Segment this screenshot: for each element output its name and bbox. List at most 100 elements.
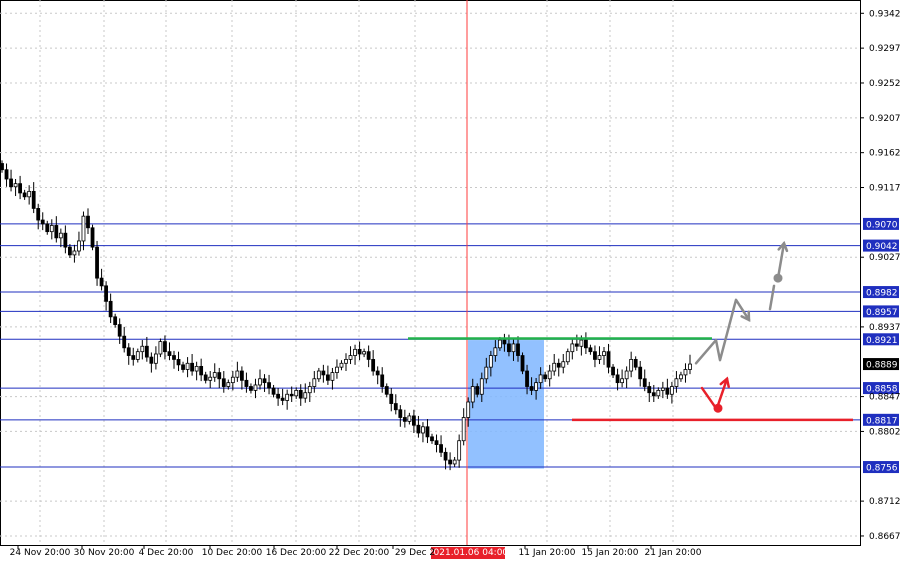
candle-body — [411, 415, 416, 426]
x-tick-label: 29 Dec 2 — [395, 548, 435, 558]
candle-body — [561, 361, 566, 368]
candle-body — [45, 223, 50, 233]
candle-body — [303, 392, 308, 399]
candle-body — [393, 403, 398, 411]
candle-body — [629, 359, 634, 372]
candle-body — [271, 387, 276, 395]
candle-body — [344, 359, 348, 364]
price-chart: 0.90700.90420.89820.89570.89210.88580.88… — [0, 0, 900, 559]
y-tick-label: 0.8937 — [869, 323, 900, 333]
x-tick-label: 21 Jan 20:00 — [645, 548, 702, 558]
candle-body — [407, 415, 412, 422]
candle-body — [49, 225, 54, 233]
candle-body — [221, 378, 226, 387]
candle-body — [90, 227, 95, 248]
candle-body — [362, 351, 367, 355]
candle-body — [108, 300, 113, 318]
candle-body — [40, 219, 45, 225]
candle-body — [688, 363, 692, 370]
candle-body — [95, 246, 99, 279]
x-tick-label: 11 Jan 20:00 — [519, 548, 576, 558]
candle-body — [81, 215, 86, 242]
candle-body — [31, 190, 36, 209]
candle-body — [660, 387, 665, 391]
candle-body — [452, 459, 457, 465]
candle-body — [348, 355, 353, 360]
level-label: 0.8817 — [866, 416, 898, 426]
candle-body — [258, 378, 262, 386]
candle-body — [249, 386, 253, 391]
candle-body — [651, 392, 656, 397]
candle-body — [457, 440, 462, 461]
candle-body — [606, 351, 611, 368]
candle-body — [570, 343, 575, 353]
candle-body — [448, 459, 453, 465]
candle-body — [135, 351, 140, 360]
level-label: 0.8921 — [866, 336, 898, 346]
candle-body — [511, 343, 516, 353]
candle-body — [534, 382, 539, 391]
y-tick-label: 0.9297 — [869, 44, 900, 54]
candle-body — [538, 374, 543, 384]
candle-body — [461, 417, 466, 442]
candle-body — [674, 378, 679, 387]
y-tick-label: 0.8847 — [869, 393, 900, 403]
candle-body — [54, 225, 59, 239]
candle-body — [583, 339, 588, 349]
candle-body — [18, 183, 23, 194]
candle-body — [99, 277, 104, 287]
candle-body — [466, 401, 471, 418]
candle-body — [4, 169, 9, 180]
candle-body — [402, 417, 407, 422]
candle-body — [153, 353, 158, 364]
x-tick-label: 4 Dec 20:00 — [139, 548, 194, 558]
candle-body — [669, 386, 674, 395]
candle-body — [624, 370, 629, 380]
candle-body — [525, 370, 529, 387]
candle-body — [484, 366, 489, 380]
level-label: 0.9042 — [866, 242, 898, 252]
candle-body — [665, 387, 670, 395]
candle-body — [339, 362, 344, 368]
candle-body — [203, 374, 208, 381]
candle-body — [357, 348, 362, 355]
candle-body — [647, 386, 652, 394]
candle-body — [86, 215, 90, 229]
candle-body — [172, 355, 176, 360]
candle-body — [144, 345, 149, 358]
x-tick-label: 16 Dec 20:00 — [266, 548, 327, 558]
candle-body — [371, 359, 376, 372]
candle-body — [439, 444, 443, 453]
candle-body — [507, 343, 511, 353]
candle-body — [163, 341, 167, 353]
candle-body — [638, 366, 643, 380]
candle-body — [321, 370, 326, 376]
candle-body — [588, 347, 593, 353]
y-tick-label: 0.8667 — [869, 532, 900, 542]
candle-body — [574, 343, 579, 347]
forecast-dot-red — [713, 403, 723, 413]
candle-body — [58, 232, 63, 239]
candle-body — [212, 372, 217, 378]
candle-body — [267, 382, 271, 389]
candle-body — [529, 386, 534, 391]
candle-body — [679, 374, 683, 380]
candle-body — [0, 163, 4, 171]
candle-body — [117, 324, 122, 337]
y-tick-label: 0.9027 — [869, 253, 900, 263]
candle-body — [475, 386, 480, 395]
candle-body — [185, 362, 190, 370]
candle-body — [335, 366, 339, 373]
candle-body — [276, 393, 281, 399]
candle-body — [77, 240, 81, 252]
level-label: 0.8957 — [866, 308, 898, 318]
candle-body — [416, 424, 421, 434]
candle-body — [113, 316, 118, 325]
y-tick-label: 0.9117 — [869, 184, 900, 194]
candle-body — [294, 389, 299, 397]
candle-body — [547, 370, 552, 380]
candle-body — [398, 409, 403, 418]
candle-body — [493, 347, 498, 356]
candle-body — [285, 393, 290, 401]
level-label: 0.8982 — [866, 289, 898, 299]
